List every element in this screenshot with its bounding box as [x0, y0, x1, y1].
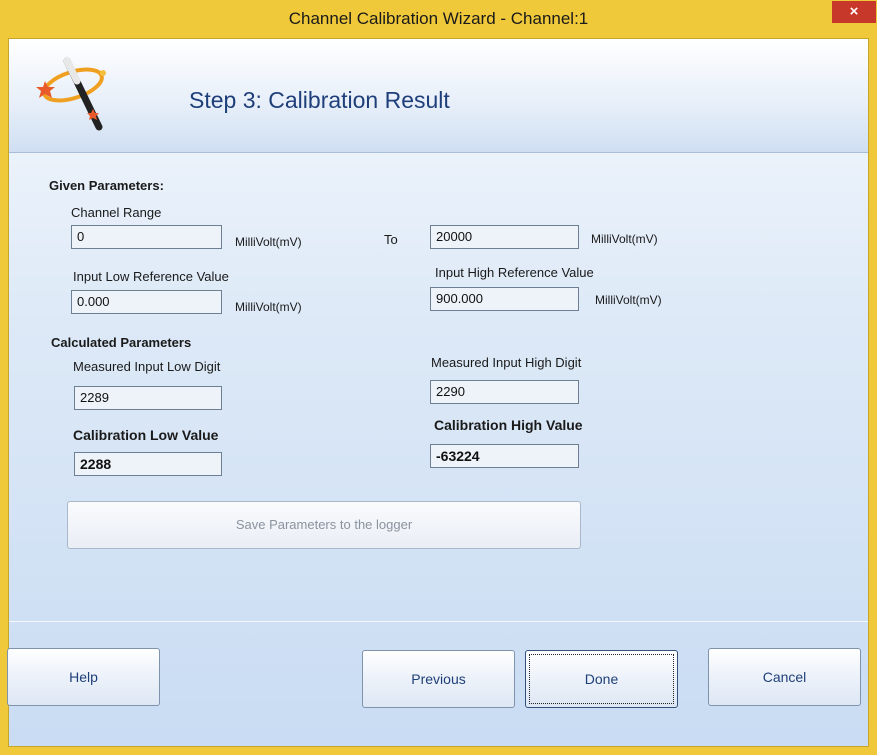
previous-button[interactable]: Previous [362, 650, 515, 708]
done-button[interactable]: Done [525, 650, 678, 708]
focus-rectangle [529, 654, 674, 704]
input-low-ref-field[interactable]: 0.000 [71, 290, 222, 314]
range-low-unit: MilliVolt(mV) [235, 235, 302, 249]
footer-divider [9, 621, 868, 622]
measured-high-label: Measured Input High Digit [431, 355, 582, 370]
cal-high-label: Calibration High Value [434, 417, 583, 433]
measured-high-field[interactable]: 2290 [430, 380, 579, 404]
measured-low-label: Measured Input Low Digit [73, 359, 221, 374]
input-low-ref-label: Input Low Reference Value [73, 269, 229, 284]
measured-low-field[interactable]: 2289 [74, 386, 222, 410]
range-high-unit: MilliVolt(mV) [591, 232, 658, 246]
range-high-field[interactable]: 20000 [430, 225, 579, 249]
window-title: Channel Calibration Wizard - Channel:1 [288, 9, 589, 28]
cal-low-field[interactable]: 2288 [74, 452, 222, 476]
to-label: To [384, 232, 398, 247]
input-high-ref-unit: MilliVolt(mV) [595, 293, 662, 307]
cal-low-label: Calibration Low Value [73, 427, 219, 443]
save-parameters-button[interactable]: Save Parameters to the logger [67, 501, 581, 549]
calibration-wizard-window: Channel Calibration Wizard - Channel:1 ×… [0, 0, 877, 755]
close-icon: × [849, 3, 859, 20]
input-high-ref-field[interactable]: 900.000 [430, 287, 579, 311]
input-high-ref-label: Input High Reference Value [435, 265, 594, 280]
help-button[interactable]: Help [7, 648, 160, 706]
wizard-header: Step 3: Calibration Result [9, 39, 868, 153]
cancel-button[interactable]: Cancel [708, 648, 861, 706]
close-button[interactable]: × [832, 1, 876, 23]
calculated-parameters-heading: Calculated Parameters [51, 335, 192, 350]
wizard-client-area: Step 3: Calibration Result Given Paramet… [7, 38, 869, 747]
magic-wand-icon [36, 57, 106, 131]
input-low-ref-unit: MilliVolt(mV) [235, 300, 302, 314]
channel-range-label: Channel Range [71, 205, 162, 220]
step-title: Step 3: Calibration Result [189, 87, 450, 113]
title-bar[interactable]: Channel Calibration Wizard - Channel:1 × [0, 0, 877, 38]
given-parameters-heading: Given Parameters: [49, 178, 164, 193]
range-low-field[interactable]: 0 [71, 225, 222, 249]
cal-high-field[interactable]: -63224 [430, 444, 579, 468]
